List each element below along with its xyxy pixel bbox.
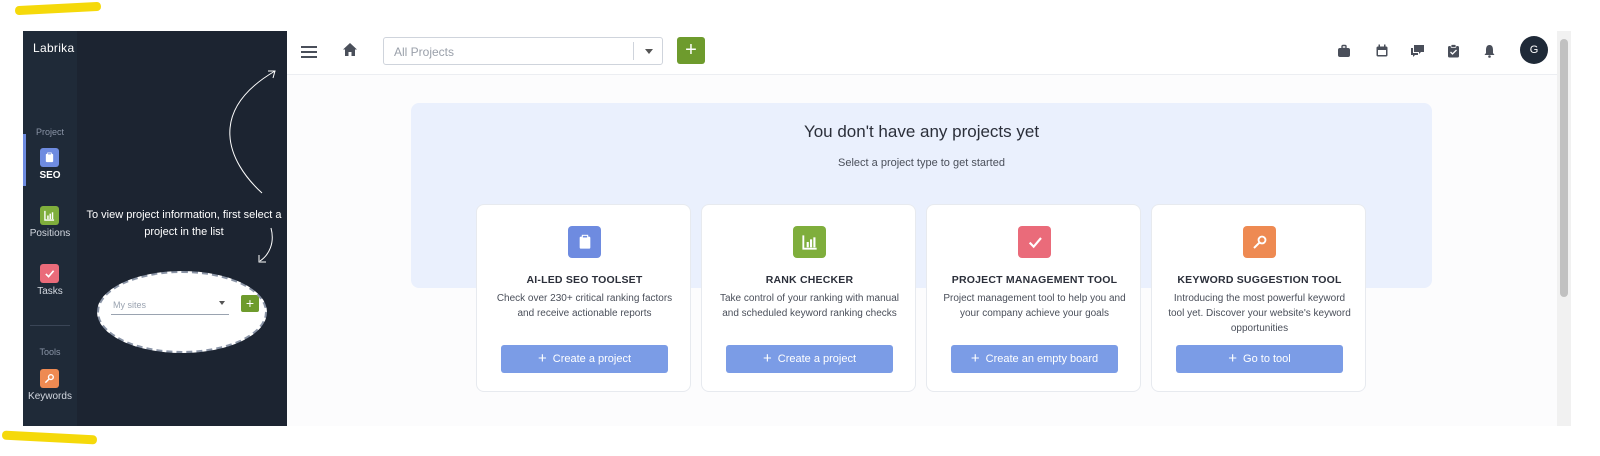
page-title: You don't have any projects yet — [803, 122, 1040, 141]
chevron-down-icon — [219, 301, 225, 305]
rail-item-label: Positions — [29, 228, 71, 239]
highlight-marker-top — [14, 1, 102, 16]
rail-divider — [30, 325, 70, 326]
add-project-button[interactable]: + — [677, 37, 705, 64]
button-label: Go to tool — [1243, 353, 1291, 365]
plus-icon: + — [1228, 350, 1238, 367]
button-label: Create a project — [777, 353, 857, 365]
chevron-down-icon — [645, 49, 653, 54]
briefcase-icon[interactable] — [1337, 44, 1351, 58]
button-label: Create a project — [552, 353, 632, 365]
project-type-card-keywords: KEYWORD SUGGESTION TOOL Introducing the … — [1151, 204, 1366, 392]
sites-select[interactable]: My sites — [111, 298, 229, 315]
chart-icon — [793, 226, 826, 258]
clipboard-check-icon[interactable] — [1447, 44, 1461, 58]
rail-item-label: Tasks — [37, 286, 63, 297]
chat-icon[interactable] — [1410, 44, 1424, 58]
check-icon — [40, 264, 59, 283]
plus-icon: + — [970, 350, 980, 367]
project-select[interactable]: All Projects — [383, 37, 663, 65]
menu-icon[interactable] — [301, 46, 317, 61]
select-separator — [633, 42, 634, 60]
top-bar: All Projects + G — [287, 31, 1557, 75]
highlight-marker-bottom — [1, 430, 98, 445]
tip-arrows — [229, 70, 276, 263]
create-project-button[interactable]: + Create a project — [501, 345, 668, 373]
project-type-card-rank: RANK CHECKER Take control of your rankin… — [701, 204, 916, 392]
scrollbar[interactable] — [1557, 31, 1571, 426]
app-window: Labrika Project SEO Positions Tasks Tool… — [23, 31, 1585, 426]
rail-item-tasks[interactable]: Tasks — [23, 264, 77, 316]
main-content: You don't have any projects yet Select a… — [287, 75, 1557, 426]
card-description: Take control of your ranking with manual… — [720, 293, 899, 319]
bell-icon[interactable] — [1483, 44, 1497, 58]
create-project-button[interactable]: + Create a project — [726, 345, 893, 373]
clipboard-icon — [568, 226, 601, 258]
go-to-tool-button[interactable]: + Go to tool — [1176, 345, 1343, 373]
app-logo[interactable]: Labrika — [33, 41, 74, 55]
avatar[interactable]: G — [1520, 36, 1548, 64]
rail-section-tools: Tools — [39, 347, 61, 357]
card-title: KEYWORD SUGGESTION TOOL — [1177, 274, 1342, 286]
chart-icon — [40, 206, 59, 225]
project-type-card-pm: PROJECT MANAGEMENT TOOL Project manageme… — [926, 204, 1141, 392]
rail-item-label: SEO — [39, 170, 61, 181]
home-icon[interactable] — [342, 42, 358, 62]
tip-highlight-oval: My sites + — [97, 271, 267, 353]
card-title: AI-LED SEO TOOLSET — [526, 274, 643, 286]
key-icon — [1243, 226, 1276, 258]
plus-icon: + — [762, 350, 772, 367]
rail-item-seo[interactable]: SEO — [23, 134, 77, 200]
key-icon — [40, 369, 59, 388]
check-icon — [1018, 226, 1051, 258]
rail-section-project: Project — [35, 127, 64, 137]
card-title: RANK CHECKER — [765, 274, 854, 286]
plus-icon: + — [537, 350, 547, 367]
project-select-placeholder: All Projects — [394, 45, 455, 59]
calendar-icon[interactable] — [1375, 44, 1389, 58]
clipboard-icon — [40, 148, 59, 167]
scrollbar-thumb[interactable] — [1560, 39, 1568, 297]
page-subtitle: Select a project type to get started — [838, 157, 1005, 169]
left-rail: Labrika Project SEO Positions Tasks Tool… — [23, 31, 77, 426]
card-description: Project management tool to help you and … — [943, 293, 1126, 319]
rail-item-keywords[interactable]: Keywords — [23, 369, 77, 421]
tip-add-button[interactable]: + — [241, 295, 259, 312]
button-label: Create an empty board — [985, 353, 1099, 365]
card-title: PROJECT MANAGEMENT TOOL — [951, 274, 1118, 286]
rail-item-label: Keywords — [28, 391, 72, 402]
rail-item-positions[interactable]: Positions — [23, 206, 77, 258]
create-empty-board-button[interactable]: + Create an empty board — [951, 345, 1118, 373]
card-description: Introducing the most powerful keyword to… — [1168, 293, 1351, 334]
project-type-card-seo: AI-LED SEO TOOLSET Check over 230+ criti… — [476, 204, 691, 392]
card-description: Check over 230+ critical ranking factors… — [496, 293, 673, 319]
sites-select-value: My sites — [113, 300, 147, 310]
